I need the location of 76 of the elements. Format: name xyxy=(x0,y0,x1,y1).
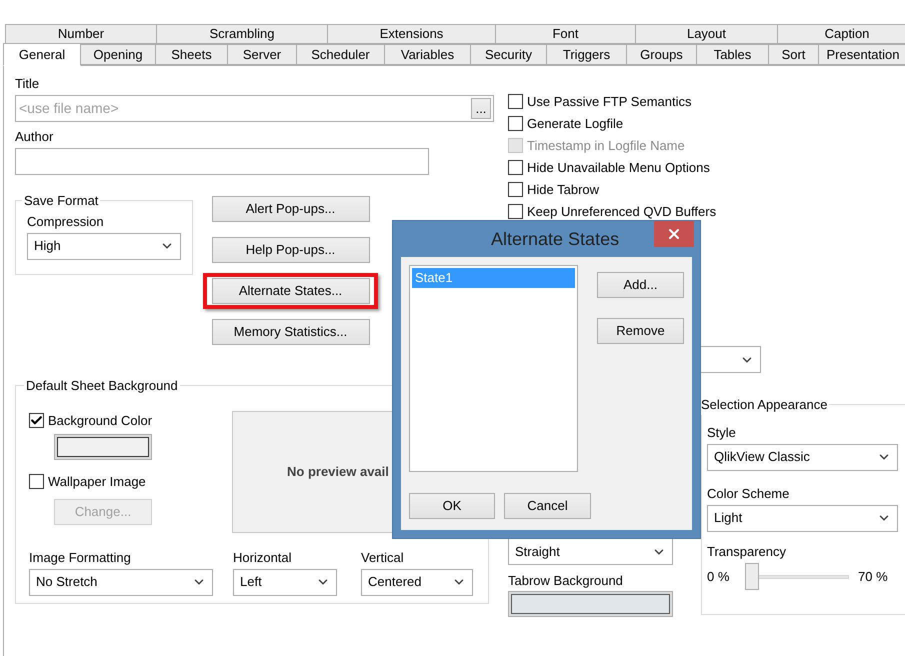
author-field[interactable] xyxy=(15,148,429,175)
tab[interactable]: General xyxy=(3,43,81,66)
color-scheme-label: Color Scheme xyxy=(707,484,790,502)
option-label: Use Passive FTP Semantics xyxy=(527,92,692,111)
group-title: Save Format xyxy=(24,193,98,208)
tab[interactable]: Sort xyxy=(768,44,819,65)
dropdown[interactable]: Left xyxy=(233,568,337,596)
style-label: Style xyxy=(707,424,737,440)
tab[interactable]: Number xyxy=(5,24,157,44)
color-scheme-select[interactable]: Light xyxy=(707,504,898,532)
tab[interactable]: Server xyxy=(227,44,297,65)
option-label: Generate Logfile xyxy=(527,114,624,133)
title-placeholder: <use file name> xyxy=(19,99,119,118)
style-select[interactable]: QlikView Classic xyxy=(707,444,898,470)
select-label: Horizontal xyxy=(233,548,293,566)
dialog-button[interactable]: Alert Pop-ups... xyxy=(212,196,370,222)
tab[interactable]: Sheets xyxy=(155,44,228,65)
max-label: 70 % xyxy=(858,568,888,586)
dialog-button[interactable]: Remove xyxy=(597,318,684,344)
dropdown[interactable]: No Stretch xyxy=(29,568,213,596)
close-button[interactable] xyxy=(654,221,694,247)
tab-style-select[interactable]: Straight xyxy=(508,538,673,565)
tab[interactable]: Variables xyxy=(384,44,471,65)
checkbox[interactable] xyxy=(29,412,44,428)
transparency-label: Transparency xyxy=(707,542,787,560)
author-label: Author xyxy=(15,128,54,145)
compression-label: Compression xyxy=(27,212,105,230)
color-swatch[interactable] xyxy=(508,591,673,617)
dialog-button[interactable]: Memory Statistics... xyxy=(212,319,370,345)
tab[interactable]: Triggers xyxy=(546,44,627,65)
tab[interactable]: Caption xyxy=(777,24,905,44)
checkbox[interactable] xyxy=(508,204,523,219)
checkbox[interactable] xyxy=(508,116,523,131)
option-label: Hide Unavailable Menu Options xyxy=(527,158,710,177)
group-title: Default Sheet Background xyxy=(26,378,178,393)
cancel-button[interactable]: Cancel xyxy=(504,493,591,519)
tab[interactable]: Layout xyxy=(635,24,778,44)
wallpaper-image-label: Wallpaper Image xyxy=(48,473,146,491)
title-field[interactable]: <use file name> ... xyxy=(15,95,494,122)
checkbox[interactable] xyxy=(29,474,44,490)
browse-button[interactable]: ... xyxy=(471,98,491,119)
slider-thumb[interactable] xyxy=(745,562,759,590)
dialog-title: Alternate States xyxy=(491,228,620,250)
ok-button[interactable]: OK xyxy=(409,493,495,519)
checkbox[interactable] xyxy=(508,94,523,109)
background-color-label: Background Color xyxy=(48,412,152,430)
group-title: Selection Appearance xyxy=(701,397,828,412)
dropdown[interactable] xyxy=(700,346,761,373)
tab[interactable]: Scrambling xyxy=(156,24,328,44)
option-label: Hide Tabrow xyxy=(527,180,600,199)
tab[interactable]: Font xyxy=(495,24,636,44)
close-icon xyxy=(666,226,682,242)
tab[interactable]: Groups xyxy=(626,44,697,65)
tab[interactable]: Tables xyxy=(696,44,769,65)
dialog-button[interactable]: Add... xyxy=(597,272,684,298)
transparency-slider[interactable] xyxy=(745,562,849,590)
color-swatch[interactable] xyxy=(54,434,152,460)
dialog-button[interactable]: Alternate States... xyxy=(212,278,370,304)
title-label: Title xyxy=(15,75,40,92)
compression-select[interactable]: High xyxy=(27,232,181,260)
tab[interactable]: Opening xyxy=(80,44,156,65)
checkbox[interactable] xyxy=(508,160,523,175)
dialog-button[interactable]: Help Pop-ups... xyxy=(212,237,370,263)
dropdown[interactable]: Centered xyxy=(361,568,473,596)
option-label: Keep Unreferenced QVD Buffers xyxy=(527,202,716,221)
select-label: Image Formatting xyxy=(29,548,132,566)
preview-message: No preview avail xyxy=(287,462,389,481)
tab[interactable]: Presentation xyxy=(818,44,905,65)
select-label: Vertical xyxy=(361,548,405,566)
tab[interactable]: Security xyxy=(470,44,547,65)
min-label: 0 % xyxy=(707,568,730,586)
checkbox[interactable] xyxy=(508,182,523,197)
option-label: Timestamp in Logfile Name xyxy=(527,136,685,155)
tabrow-background-label: Tabrow Background xyxy=(508,572,624,589)
tab[interactable]: Scheduler xyxy=(296,44,385,65)
tab[interactable]: Extensions xyxy=(327,24,496,44)
